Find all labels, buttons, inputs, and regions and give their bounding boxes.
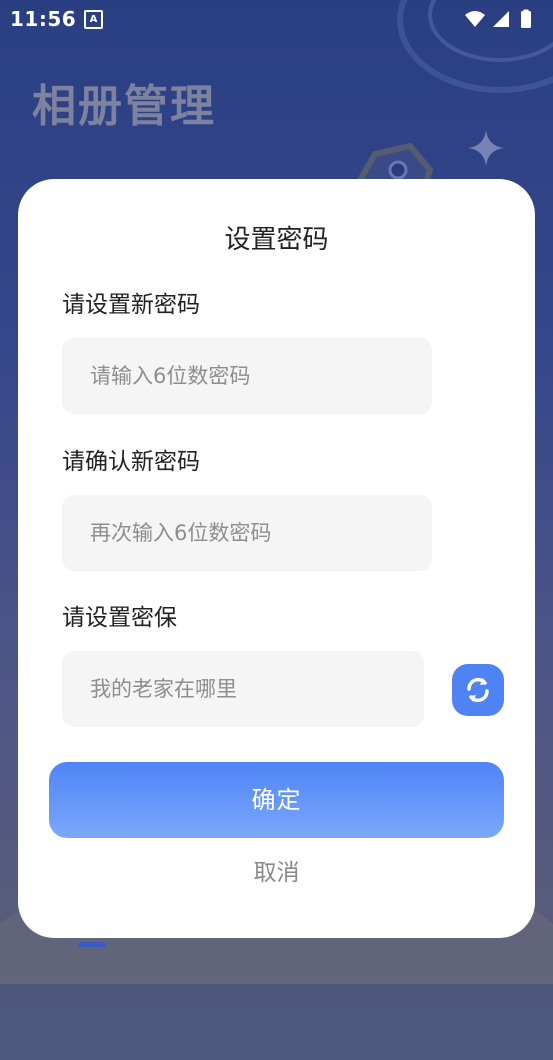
background-nav-indicator — [78, 942, 106, 947]
set-password-dialog: 设置密码 请设置新密码 请输入6位数密码 请确认新密码 再次输入6位数密码 请设… — [18, 179, 535, 938]
refresh-icon — [467, 677, 489, 703]
dialog-title: 设置密码 — [224, 225, 329, 255]
refresh-question-button[interactable] — [452, 664, 504, 716]
status-clock: 11:56 — [10, 7, 77, 31]
new-password-label: 请设置新密码 — [62, 292, 200, 318]
notification-icon: A — [84, 10, 103, 29]
security-question-label: 请设置密保 — [62, 605, 177, 631]
new-password-input[interactable]: 请输入6位数密码 — [62, 338, 432, 414]
cancel-button[interactable]: 取消 — [18, 853, 535, 887]
confirm-password-label: 请确认新密码 — [62, 449, 200, 475]
decorative-rings — [397, 0, 553, 93]
confirm-button[interactable]: 确定 — [49, 762, 504, 838]
background-app-title: 相册管理 — [32, 81, 216, 132]
security-question-field[interactable]: 我的老家在哪里 — [62, 651, 424, 727]
sparkle-icon — [468, 130, 504, 166]
confirm-password-input[interactable]: 再次输入6位数密码 — [62, 495, 432, 571]
